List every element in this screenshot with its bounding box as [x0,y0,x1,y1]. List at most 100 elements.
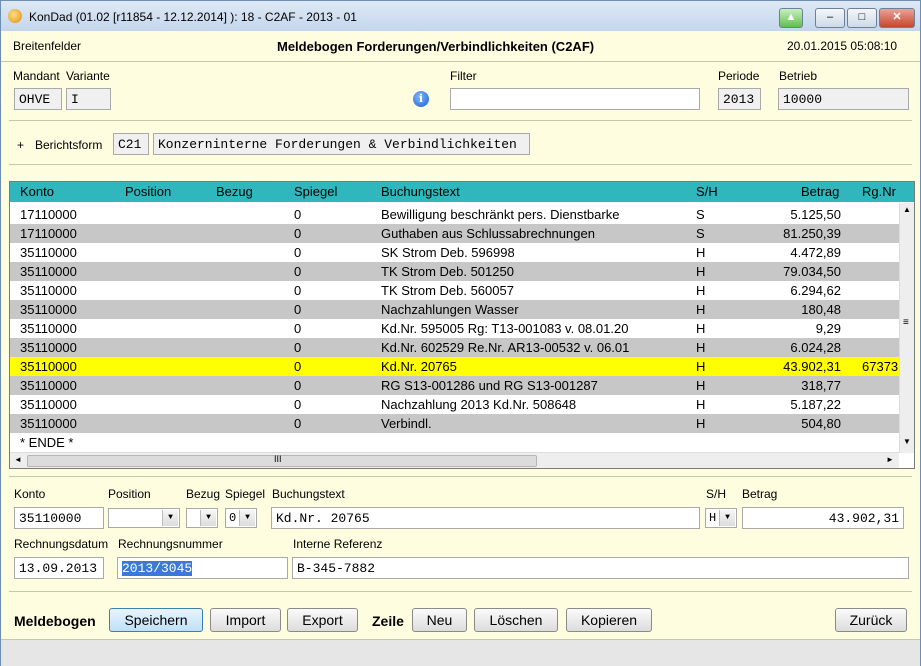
chevron-down-icon[interactable]: ▼ [239,510,255,526]
column-header-spiegel[interactable]: Spiegel [294,184,337,199]
cell-konto: 35110000 [20,245,77,260]
table-row[interactable]: 35110000 0 Nachzahlungen Wasser H 180,48 [10,300,899,319]
expand-toggle[interactable]: + [17,138,24,152]
close-button[interactable]: ✕ [879,8,915,28]
betrag-input[interactable]: 43.902,31 [742,507,904,529]
cell-konto: 35110000 [20,321,77,336]
cell-spiegel: 0 [294,245,302,260]
minimize-button[interactable]: – [815,8,845,28]
berichtsform-text[interactable]: Konzerninterne Forderungen & Verbindlich… [153,133,530,155]
column-header-sh[interactable]: S/H [696,184,718,199]
rechnungsdatum-label: Rechnungsdatum [14,537,109,551]
column-header-konto[interactable]: Konto [20,184,54,199]
mandant-field[interactable]: OHVE [14,88,62,110]
scroll-down-icon[interactable]: ▼ [903,437,911,446]
variante-field[interactable]: I [66,88,111,110]
meldebogen-label: Meldebogen [14,613,96,629]
betrieb-label: Betrieb [779,69,818,83]
cell-spiegel: 0 [294,378,302,393]
table-row[interactable]: 35110000 0 Nachzahlung 2013 Kd.Nr. 50864… [10,395,899,414]
scroll-up-icon[interactable]: ▲ [903,205,911,214]
scroll-grip-icon[interactable]: ≡ [903,317,909,328]
import-button[interactable]: Import [210,608,281,632]
chevron-down-icon[interactable]: ▼ [162,510,178,526]
hscroll-thumb[interactable]: III [27,454,537,467]
spiegel-select[interactable]: 0 ▼ [225,508,257,528]
periode-field[interactable]: 2013 [718,88,761,110]
betrieb-field[interactable]: 10000 [778,88,909,110]
end-marker: * ENDE * [20,435,74,450]
cell-sh: H [696,397,706,412]
cell-spiegel: 0 [294,321,302,336]
cell-sh: H [696,283,706,298]
scroll-right-icon[interactable]: ► [886,455,894,464]
kopieren-button[interactable]: Kopieren [566,608,652,632]
horizontal-scrollbar[interactable]: ◄ III ► [10,452,899,468]
buchungstext-input[interactable]: Kd.Nr. 20765 [271,507,700,529]
mandant-label: Mandant [13,69,60,83]
berichtsform-code[interactable]: C21 [113,133,149,155]
cell-konto: 35110000 [20,264,77,279]
konto-label: Konto [14,487,46,501]
chevron-down-icon[interactable]: ▼ [200,510,216,526]
maximize-button[interactable]: □ [847,8,877,28]
cell-rgnr: 67373 [862,359,899,374]
speichern-button[interactable]: Speichern [109,608,203,632]
cell-konto: 35110000 [20,359,77,374]
cell-betrag: 5.125,50 [790,207,841,222]
table-row[interactable]: 35110000 0 TK Strom Deb. 560057 H 6.294,… [10,281,899,300]
cell-buchungstext: TK Strom Deb. 501250 [381,264,514,279]
table-row[interactable]: 35110000 0 TK Strom Deb. 501250 H 79.034… [10,262,899,281]
extra-window-button[interactable]: ▲ [779,8,803,28]
column-header-position[interactable]: Position [125,184,171,199]
cell-buchungstext: Nachzahlungen Wasser [381,302,519,317]
cell-buchungstext: RG S13-001286 und RG S13-001287 [381,378,598,393]
table-row[interactable]: 17110000 0 Bewilligung beschränkt pers. … [10,205,899,224]
column-header-betrag[interactable]: Betrag [801,184,839,199]
scroll-left-icon[interactable]: ◄ [14,455,22,464]
table-row[interactable]: 35110000 0 RG S13-001286 und RG S13-0012… [10,376,899,395]
chevron-down-icon[interactable]: ▼ [719,510,735,526]
periode-label: Periode [718,69,760,83]
table-row[interactable]: 35110000 0 Verbindl. H 504,80 [10,414,899,433]
cell-sh: H [696,359,706,374]
interne-referenz-label: Interne Referenz [293,537,383,551]
neu-button[interactable]: Neu [412,608,467,632]
table-row[interactable]: 35110000 0 Kd.Nr. 595005 Rg: T13-001083 … [10,319,899,338]
cell-spiegel: 0 [294,207,302,222]
export-button[interactable]: Export [287,608,358,632]
table-row[interactable]: 17110000 0 Guthaben aus Schlussabrechnun… [10,224,899,243]
loeschen-button[interactable]: Löschen [474,608,558,632]
column-header-rgnr[interactable]: Rg.Nr [862,184,896,199]
column-header-bezug[interactable]: Bezug [216,184,253,199]
cell-spiegel: 0 [294,226,302,241]
cell-konto: 35110000 [20,416,77,431]
cell-spiegel: 0 [294,416,302,431]
bookings-table[interactable]: Konto Position Bezug Spiegel Buchungstex… [9,181,915,469]
rechnungsnummer-input[interactable]: 2013/3045 [117,557,288,579]
cell-spiegel: 0 [294,340,302,355]
interne-referenz-input[interactable]: B-345-7882 [292,557,909,579]
vertical-scrollbar[interactable]: ▲ ≡ ▼ [899,203,914,453]
info-icon[interactable]: i [413,91,429,107]
cell-konto: 35110000 [20,302,77,317]
sh-select[interactable]: H ▼ [705,508,737,528]
bezug-select[interactable]: ▼ [186,508,218,528]
title-bar[interactable]: KonDad (01.02 [r11854 - 12.12.2014] ): 1… [1,1,920,31]
table-row[interactable]: 35110000 0 Kd.Nr. 602529 Re.Nr. AR13-005… [10,338,899,357]
separator [9,164,912,165]
konto-input[interactable]: 35110000 [14,507,104,529]
table-row[interactable]: 35110000 0 SK Strom Deb. 596998 H 4.472,… [10,243,899,262]
zurueck-button[interactable]: Zurück [835,608,907,632]
cell-konto: 17110000 [20,226,77,241]
column-header-buchungstext[interactable]: Buchungstext [381,184,460,199]
buchungstext-label: Buchungstext [272,487,345,501]
cell-spiegel: 0 [294,283,302,298]
position-select[interactable]: ▼ [108,508,180,528]
cell-buchungstext: SK Strom Deb. 596998 [381,245,515,260]
selected-table-row[interactable]: 35110000 0 Kd.Nr. 20765 H 43.902,31 6737… [10,357,914,376]
rechnungsdatum-input[interactable]: 13.09.2013 [14,557,104,579]
cell-spiegel: 0 [294,302,302,317]
cell-betrag: 180,48 [801,302,841,317]
filter-input[interactable] [450,88,700,110]
